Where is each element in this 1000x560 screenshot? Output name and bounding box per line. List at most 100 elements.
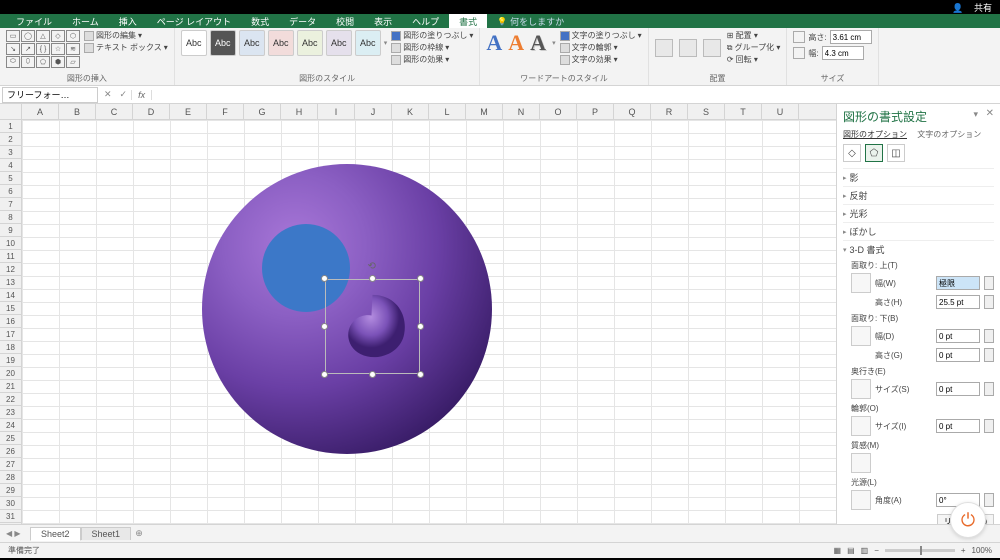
tab-insert[interactable]: 挿入 — [109, 14, 147, 28]
bevel-top-preset[interactable] — [851, 273, 871, 293]
row-header[interactable]: 22 — [0, 393, 21, 406]
column-headers[interactable]: ABCDEFGHIJKLMNOPQRSTU — [22, 104, 836, 120]
shape-fill-button[interactable]: 図形の塗りつぶし ▾ — [391, 30, 473, 41]
col-header[interactable]: G — [244, 104, 281, 119]
cancel-formula-icon[interactable]: ✕ — [100, 89, 116, 100]
selection-pane-icon[interactable] — [703, 39, 721, 57]
fill-line-tab-icon[interactable]: ◇ — [843, 144, 861, 162]
rotate-button[interactable]: ⟳ 回転 ▾ — [727, 54, 781, 65]
resize-handle[interactable] — [321, 275, 328, 282]
row-header[interactable]: 23 — [0, 406, 21, 419]
col-header[interactable]: R — [651, 104, 688, 119]
enter-formula-icon[interactable]: ✓ — [116, 89, 132, 100]
close-pane-icon[interactable]: ✕ — [986, 108, 994, 119]
spinner[interactable] — [984, 276, 994, 290]
col-header[interactable]: I — [318, 104, 355, 119]
row-header[interactable]: 28 — [0, 471, 21, 484]
row-headers[interactable]: 1234567891011121314151617181920212223242… — [0, 120, 22, 524]
col-header[interactable]: F — [207, 104, 244, 119]
col-header[interactable]: U — [762, 104, 799, 119]
bevel-bottom-width-input[interactable] — [936, 329, 980, 343]
col-header[interactable]: M — [466, 104, 503, 119]
col-header[interactable]: K — [392, 104, 429, 119]
row-header[interactable]: 15 — [0, 302, 21, 315]
selected-swirl-shape[interactable]: ⟲ — [325, 279, 420, 374]
tab-review[interactable]: 校閲 — [326, 14, 364, 28]
section-glow[interactable]: 光彩 — [843, 204, 994, 222]
shape-style-gallery[interactable]: Abc Abc Abc Abc Abc Abc Abc ▾ — [181, 30, 388, 56]
height-input[interactable] — [830, 30, 872, 44]
tell-me-search[interactable]: 何をしますか — [497, 15, 564, 28]
row-header[interactable]: 3 — [0, 146, 21, 159]
resize-handle[interactable] — [321, 371, 328, 378]
lighting-preset[interactable] — [851, 490, 871, 510]
section-soft-edges[interactable]: ぼかし — [843, 222, 994, 240]
col-header[interactable]: Q — [614, 104, 651, 119]
col-header[interactable]: H — [281, 104, 318, 119]
sheet-tab-sheet1[interactable]: Sheet1 — [81, 527, 132, 540]
col-header[interactable]: C — [96, 104, 133, 119]
new-sheet-button[interactable]: ⊕ — [131, 528, 147, 539]
bevel-top-height-input[interactable] — [936, 295, 980, 309]
row-header[interactable]: 32 — [0, 523, 21, 524]
section-reflection[interactable]: 反射 — [843, 186, 994, 204]
row-header[interactable]: 19 — [0, 354, 21, 367]
row-header[interactable]: 29 — [0, 484, 21, 497]
resize-handle[interactable] — [321, 323, 328, 330]
edit-shape-button[interactable]: 図形の編集 ▾ — [84, 30, 168, 41]
row-header[interactable]: 6 — [0, 185, 21, 198]
power-button-overlay[interactable]: ⏻ — [950, 502, 986, 538]
bevel-top-width-input[interactable] — [936, 276, 980, 290]
sheet-nav-icons[interactable]: ◀ ▶ — [6, 529, 21, 538]
shape-outline-button[interactable]: 図形の枠線 ▾ — [391, 42, 473, 53]
col-header[interactable]: P — [577, 104, 614, 119]
col-header[interactable]: A — [22, 104, 59, 119]
row-header[interactable]: 25 — [0, 432, 21, 445]
zoom-slider[interactable] — [885, 549, 955, 552]
col-header[interactable]: J — [355, 104, 392, 119]
row-header[interactable]: 12 — [0, 263, 21, 276]
row-header[interactable]: 10 — [0, 237, 21, 250]
wordart-gallery[interactable]: AAA ▾ — [486, 30, 555, 56]
row-header[interactable]: 9 — [0, 224, 21, 237]
row-header[interactable]: 31 — [0, 510, 21, 523]
resize-handle[interactable] — [369, 371, 376, 378]
tab-page-layout[interactable]: ページ レイアウト — [147, 14, 241, 28]
row-header[interactable]: 4 — [0, 159, 21, 172]
view-page-icon[interactable]: ▤ — [847, 546, 855, 555]
bring-forward-icon[interactable] — [655, 39, 673, 57]
row-header[interactable]: 11 — [0, 250, 21, 263]
name-box[interactable]: フリーフォー… — [2, 87, 98, 103]
row-header[interactable]: 20 — [0, 367, 21, 380]
send-backward-icon[interactable] — [679, 39, 697, 57]
row-header[interactable]: 1 — [0, 120, 21, 133]
text-box-button[interactable]: テキスト ボックス ▾ — [84, 42, 168, 53]
tab-formulas[interactable]: 数式 — [241, 14, 279, 28]
group-button[interactable]: ⧉ グループ化 ▾ — [727, 42, 781, 53]
tab-home[interactable]: ホーム — [62, 14, 109, 28]
row-header[interactable]: 14 — [0, 289, 21, 302]
sheet-tab-sheet2[interactable]: Sheet2 — [30, 527, 81, 541]
pane-tab-shape[interactable]: 図形のオプション — [843, 130, 907, 139]
material-preset[interactable] — [851, 453, 871, 473]
row-header[interactable]: 16 — [0, 315, 21, 328]
share-button[interactable]: 👤 共有 — [952, 1, 992, 14]
row-header[interactable]: 18 — [0, 341, 21, 354]
row-header[interactable]: 7 — [0, 198, 21, 211]
row-header[interactable]: 30 — [0, 497, 21, 510]
view-normal-icon[interactable]: ▦ — [834, 546, 842, 555]
shapes-gallery[interactable]: ▭◯△◇⬡ ↘↗{ }☆≋ ⬭⬯⬠⬢▱ — [6, 30, 80, 68]
spinner[interactable] — [984, 419, 994, 433]
section-shadow[interactable]: 影 — [843, 168, 994, 186]
worksheet-area[interactable]: ABCDEFGHIJKLMNOPQRSTU 123456789101112131… — [0, 104, 836, 524]
depth-color[interactable] — [851, 379, 871, 399]
col-header[interactable]: E — [170, 104, 207, 119]
col-header[interactable]: N — [503, 104, 540, 119]
text-outline-button[interactable]: 文字の輪郭 ▾ — [560, 42, 642, 53]
spinner[interactable] — [984, 348, 994, 362]
width-input[interactable] — [822, 46, 864, 60]
row-header[interactable]: 13 — [0, 276, 21, 289]
text-fill-button[interactable]: 文字の塗りつぶし ▾ — [560, 30, 642, 41]
spinner[interactable] — [984, 493, 994, 507]
col-header[interactable]: S — [688, 104, 725, 119]
